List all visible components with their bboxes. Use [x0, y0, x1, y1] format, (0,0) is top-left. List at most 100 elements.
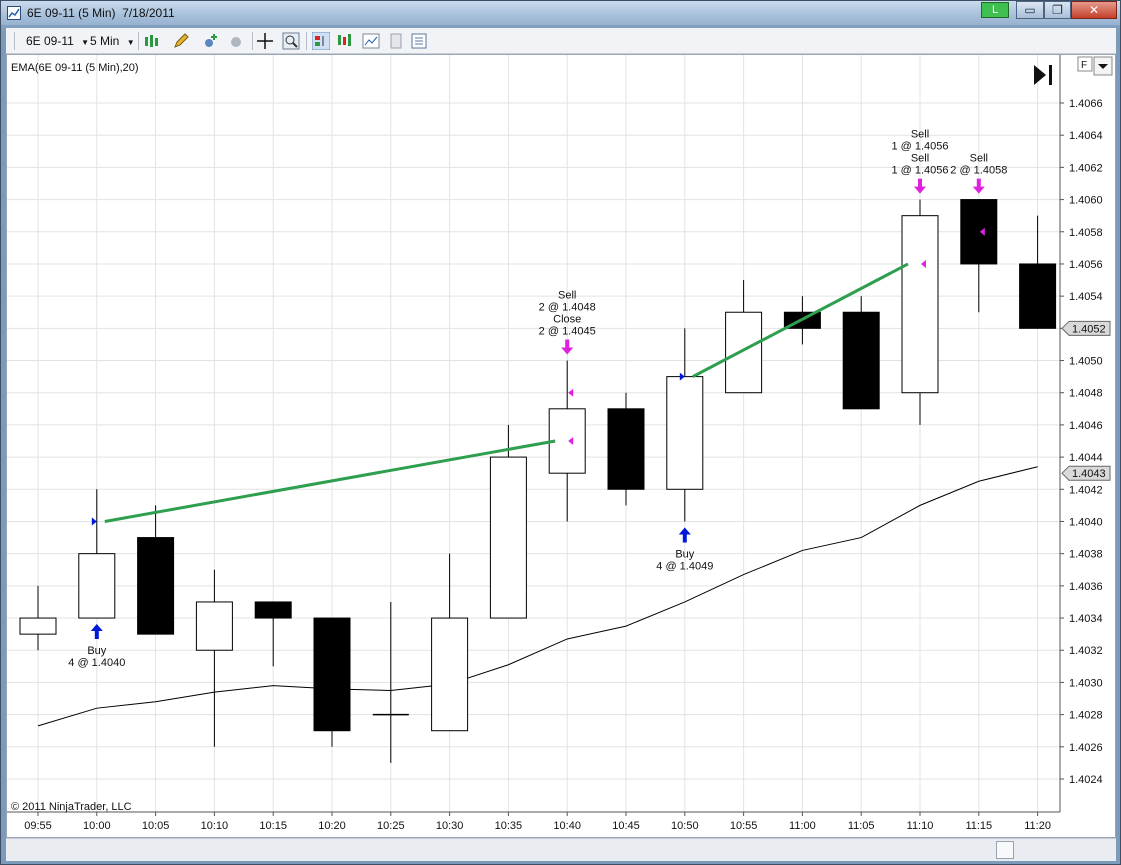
time-tick-label: 10:50	[671, 820, 699, 832]
time-tick-label: 10:55	[730, 820, 758, 832]
scroll-to-end-icon[interactable]	[1034, 65, 1052, 85]
sell-arrow-icon	[561, 339, 574, 355]
price-tick-label: 1.4048	[1069, 388, 1103, 400]
snapshot-icon[interactable]	[387, 32, 405, 50]
candle-body	[842, 311, 880, 410]
candle-body	[19, 617, 57, 635]
execution-label: Sell	[970, 153, 988, 165]
crosshair-icon[interactable]	[256, 32, 274, 50]
candle-body	[313, 617, 351, 732]
candle-body	[607, 408, 645, 490]
time-tick-label: 09:55	[24, 820, 52, 832]
buy-execution-marker	[91, 517, 97, 526]
copyright-label: © 2011 NinjaTrader, LLC	[11, 801, 132, 813]
f-button[interactable]: F	[1077, 56, 1093, 72]
execution-label: 2 @ 1.4058	[950, 165, 1007, 177]
toolbar-grip	[14, 32, 15, 50]
candle-body	[1019, 263, 1057, 329]
period-label: 5 Min	[90, 34, 120, 48]
strategy-icon[interactable]	[228, 32, 246, 50]
properties-icon[interactable]	[410, 32, 428, 50]
execution-label: Buy	[675, 548, 694, 560]
candle-body	[78, 553, 116, 619]
candle-body	[195, 601, 233, 651]
candle-body	[901, 215, 939, 394]
indicator-label: EMA(6E 09-11 (5 Min),20)	[11, 62, 139, 74]
add-indicator-icon[interactable]	[202, 32, 220, 50]
chart-app-icon	[7, 6, 21, 20]
instrument-label: 6E 09-11	[26, 34, 74, 48]
time-tick-label: 10:20	[318, 820, 346, 832]
toolbar-separator	[306, 32, 307, 50]
chart-window: 6E 09-11 (5 Min) 7/18/2011 L ▭ ❐ ✕ 6E 09…	[0, 0, 1121, 865]
execution-label: 1 @ 1.4056	[891, 165, 948, 177]
svg-text:F: F	[1081, 60, 1087, 71]
candle-body	[489, 456, 527, 619]
price-tick-label: 1.4066	[1069, 98, 1103, 110]
time-tick-label: 11:15	[965, 820, 992, 832]
execution-label: Sell	[558, 290, 576, 302]
execution-label: Sell	[911, 153, 929, 165]
price-tick-label: 1.4030	[1069, 677, 1103, 689]
execution-label: 4 @ 1.4040	[68, 657, 125, 669]
price-tick-label: 1.4054	[1069, 291, 1103, 303]
ema-value-marker: 1.4043	[1061, 465, 1111, 481]
price-tick-label: 1.4046	[1069, 420, 1103, 432]
last-price-marker-label: 1.4052	[1072, 323, 1106, 335]
candles-layer	[19, 199, 1057, 763]
chart-trader-icon[interactable]	[336, 32, 354, 50]
candle-body	[960, 199, 998, 265]
candle-body	[137, 537, 175, 635]
execution-label: Buy	[87, 645, 106, 657]
time-tick-label: 10:15	[259, 820, 287, 832]
time-tick-label: 10:25	[377, 820, 405, 832]
zoom-icon[interactable]	[282, 32, 300, 50]
pencil-draw-icon[interactable]	[172, 32, 190, 50]
last-price-marker: 1.4052	[1061, 320, 1111, 336]
window-title: 6E 09-11 (5 Min) 7/18/2011	[27, 6, 175, 20]
price-tick-label: 1.4026	[1069, 742, 1103, 754]
chevron-down-icon: ▼	[126, 38, 135, 47]
order-entry-icon[interactable]	[312, 32, 330, 50]
price-tick-label: 1.4024	[1069, 774, 1103, 786]
price-tick-label: 1.4050	[1069, 356, 1103, 368]
instrument-selector[interactable]: 6E 09-11 ▼	[26, 32, 89, 50]
candle-body	[666, 376, 704, 490]
buy-arrow-icon	[90, 624, 103, 640]
candle-body	[725, 311, 763, 394]
toolbar-separator	[138, 32, 139, 50]
execution-label: 2 @ 1.4045	[539, 326, 596, 338]
link-badge[interactable]: L	[981, 2, 1009, 18]
price-tick-label: 1.4032	[1069, 645, 1103, 657]
execution-label: Sell	[911, 129, 929, 141]
price-tick-label: 1.4056	[1069, 259, 1103, 271]
scrollbar-thumb[interactable]	[996, 841, 1014, 859]
maximize-button[interactable]: ❐	[1044, 1, 1071, 19]
chart-panel[interactable]: Buy 4 @ 1.4040 Sell 2 @ 1.4048 Close 2 @ 1.40…	[6, 54, 1116, 838]
close-button[interactable]: ✕	[1071, 1, 1117, 19]
time-tick-label: 10:30	[436, 820, 464, 832]
chart-menu-button[interactable]	[1093, 56, 1113, 76]
period-selector[interactable]: 5 Min ▼	[90, 32, 135, 50]
price-axis[interactable]: 1.4024 1.4026 1.4028 1.4030 1.4032 1.4034 1.40…	[1059, 55, 1111, 812]
time-axis[interactable]: 09:55 10:00 10:05 10:10 10:15 10:20 10:25 10:30…	[7, 811, 1060, 832]
price-tick-label: 1.4040	[1069, 516, 1103, 528]
time-tick-label: 10:00	[83, 820, 111, 832]
restore-icon: ❐	[1052, 3, 1063, 17]
title-bar[interactable]: 6E 09-11 (5 Min) 7/18/2011 L ▭ ❐ ✕	[1, 1, 1120, 25]
bar-style-icon[interactable]	[143, 32, 161, 50]
price-chart[interactable]: Buy4 @ 1.4040Sell2 @ 1.4048Close2 @ 1.40…	[7, 55, 1115, 837]
candle-body	[254, 601, 292, 619]
horizontal-scrollbar[interactable]	[6, 838, 1116, 861]
time-tick-label: 10:10	[201, 820, 229, 832]
minimize-button[interactable]: ▭	[1016, 1, 1044, 19]
execution-label: 2 @ 1.4048	[539, 302, 596, 314]
trade-connector-line	[104, 439, 556, 523]
chevron-down-icon: ▼	[81, 38, 90, 47]
data-series-icon[interactable]	[362, 32, 380, 50]
time-tick-label: 11:20	[1024, 820, 1051, 832]
time-tick-label: 10:05	[142, 820, 170, 832]
execution-label: Close	[553, 314, 581, 326]
price-tick-label: 1.4036	[1069, 581, 1103, 593]
sell-execution-marker	[568, 388, 574, 397]
